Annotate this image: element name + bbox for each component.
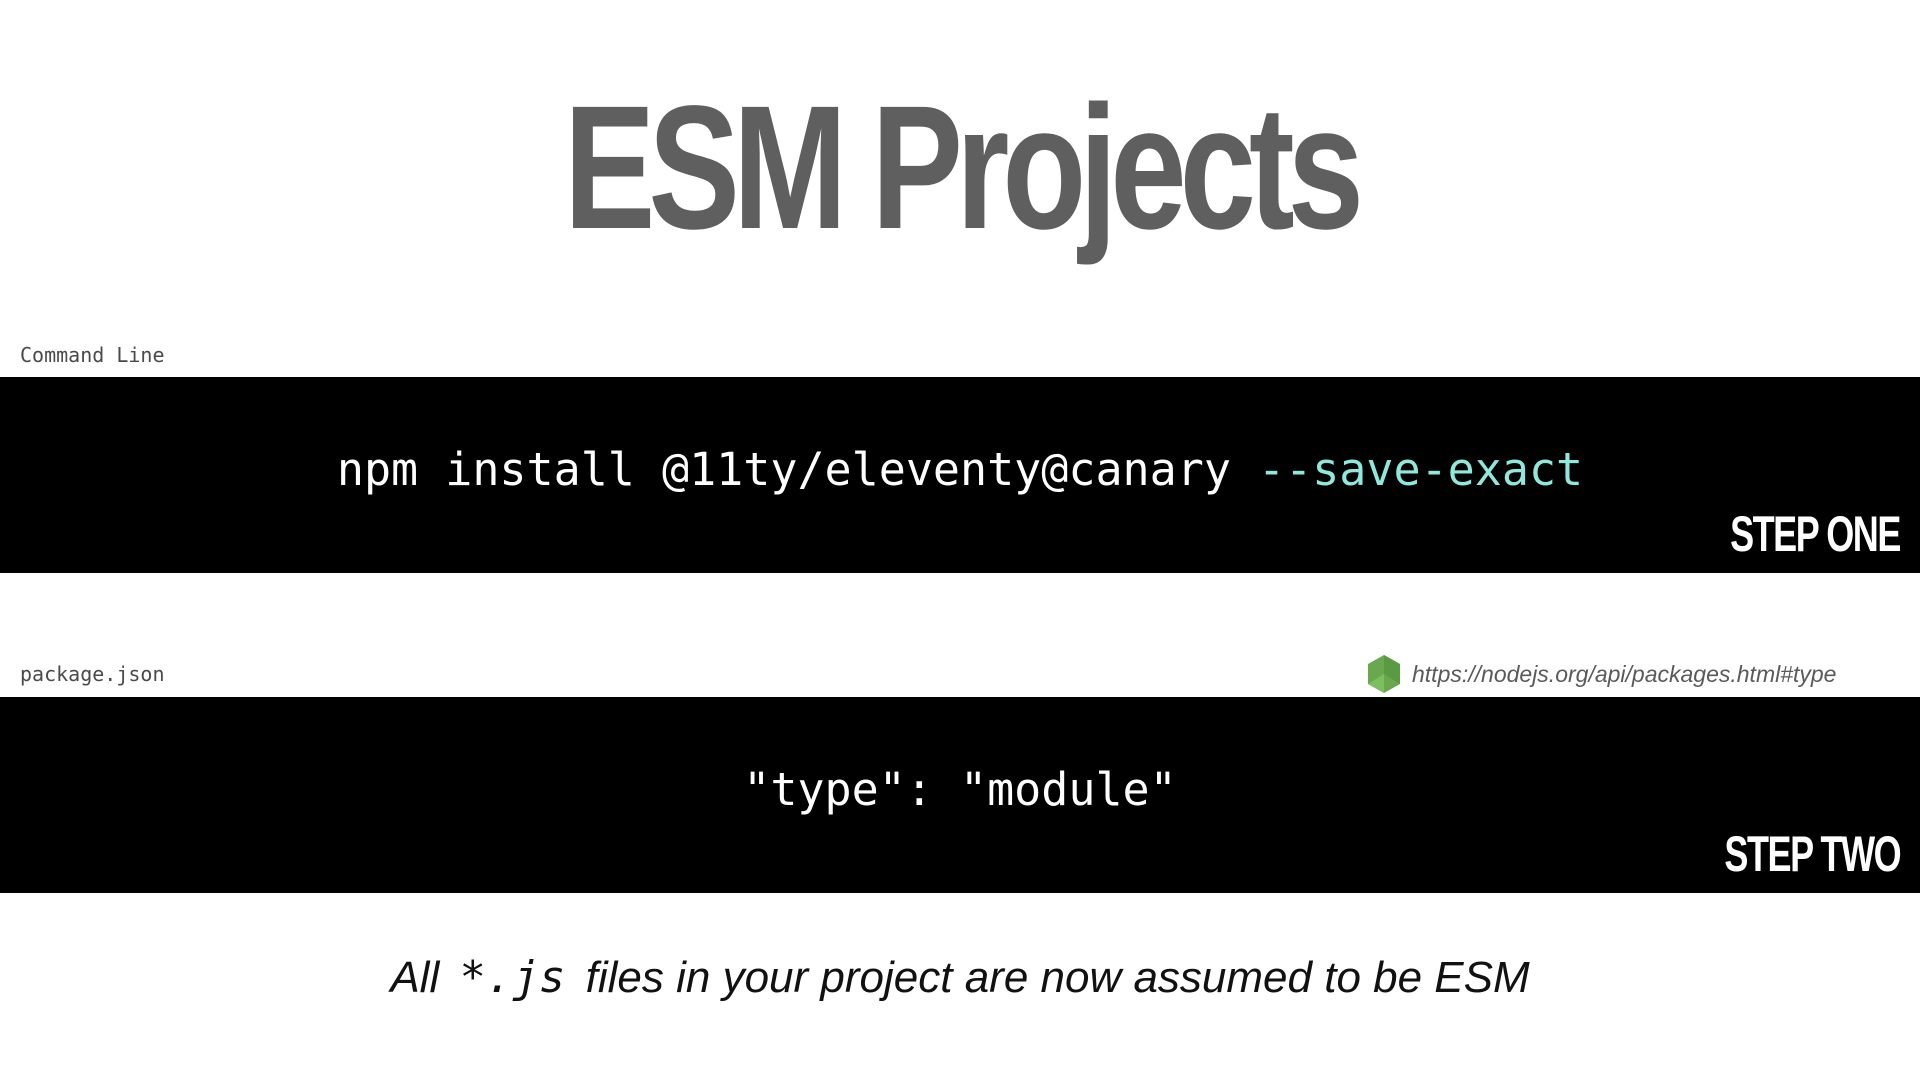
nodejs-docs-link[interactable]: https://nodejs.org/api/packages.html#typ… (1366, 654, 1836, 694)
type-module-code: "type": "module" (743, 763, 1177, 816)
package-json-label: package.json (20, 662, 165, 686)
nodejs-hexagon-icon (1368, 655, 1400, 693)
esm-caption: All *.js files in your project are now a… (0, 952, 1920, 1003)
caption-js-glob: *.js (459, 952, 566, 1003)
caption-before: All (390, 953, 452, 1002)
save-exact-flag: --save-exact (1258, 443, 1584, 496)
step-one-code-block: npm install @11ty/eleventy@canary --save… (0, 377, 1920, 573)
caption-after: files in your project are now assumed to… (573, 953, 1530, 1002)
step-one-label: STEP ONE (1730, 506, 1901, 562)
install-command-text: npm install @11ty/eleventy@canary (336, 443, 1259, 496)
nodejs-docs-url[interactable]: https://nodejs.org/api/packages.html#typ… (1412, 661, 1836, 688)
step-two-label: STEP TWO (1724, 826, 1901, 882)
command-line-label: Command Line (20, 343, 165, 367)
step-two-code-block: "type": "module" STEP TWO (0, 697, 1920, 893)
install-command: npm install @11ty/eleventy@canary --save… (0, 443, 1920, 496)
slide-title: ESM Projects (563, 70, 1363, 266)
